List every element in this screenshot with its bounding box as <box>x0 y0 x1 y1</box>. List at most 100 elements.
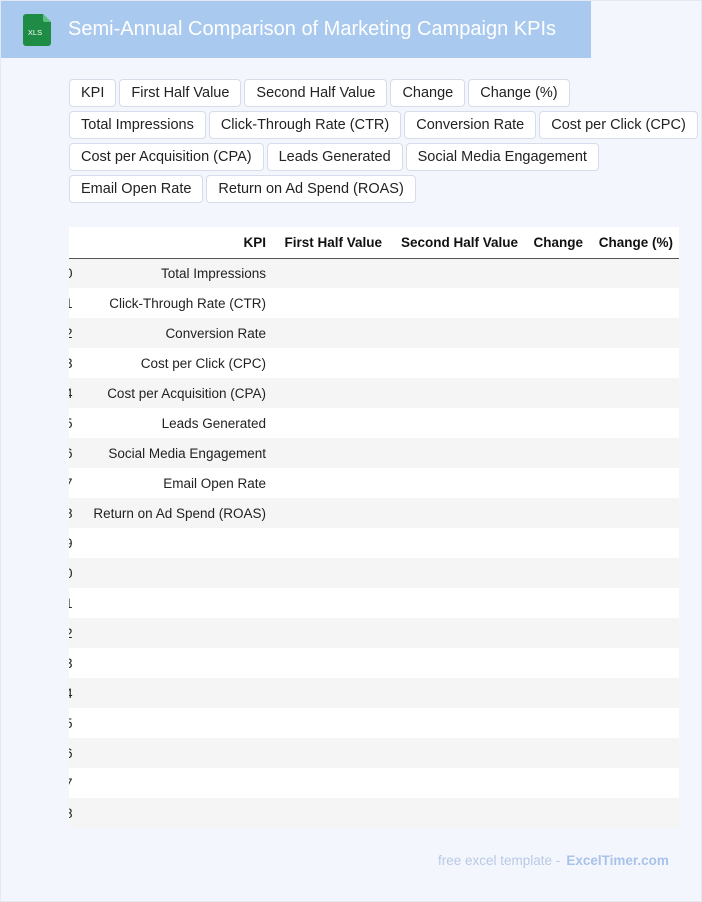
kpi-cell[interactable] <box>75 738 272 768</box>
change-cell[interactable] <box>524 678 589 708</box>
change-cell[interactable] <box>524 558 589 588</box>
table-row[interactable]: 1 <box>69 588 679 618</box>
table-row[interactable]: 7Email Open Rate <box>69 468 679 498</box>
change-cell[interactable] <box>524 618 589 648</box>
column-chip[interactable]: Click-Through Rate (CTR) <box>208 111 402 139</box>
first-half-cell[interactable] <box>272 318 388 348</box>
table-row[interactable]: 8Return on Ad Spend (ROAS) <box>69 498 679 528</box>
first-half-column-header[interactable]: First Half Value <box>272 227 388 259</box>
second-half-cell[interactable] <box>388 258 524 288</box>
kpi-cell[interactable]: Total Impressions <box>75 258 272 288</box>
kpi-cell[interactable] <box>75 618 272 648</box>
change-pct-cell[interactable] <box>589 318 679 348</box>
table-row[interactable]: 0 <box>69 558 679 588</box>
second-half-cell[interactable] <box>388 738 524 768</box>
table-row[interactable]: 8 <box>69 798 679 828</box>
change-pct-cell[interactable] <box>589 618 679 648</box>
first-half-cell[interactable] <box>272 768 388 798</box>
table-row[interactable]: 9 <box>69 528 679 558</box>
kpi-cell[interactable] <box>75 588 272 618</box>
change-cell[interactable] <box>524 768 589 798</box>
change-pct-cell[interactable] <box>589 798 679 828</box>
first-half-cell[interactable] <box>272 348 388 378</box>
change-pct-cell[interactable] <box>589 528 679 558</box>
table-row[interactable]: 3Cost per Click (CPC) <box>69 348 679 378</box>
change-cell[interactable] <box>524 498 589 528</box>
first-half-cell[interactable] <box>272 288 388 318</box>
table-row[interactable]: 4 <box>69 678 679 708</box>
change-pct-cell[interactable] <box>589 738 679 768</box>
first-half-cell[interactable] <box>272 708 388 738</box>
kpi-cell[interactable]: Click-Through Rate (CTR) <box>75 288 272 318</box>
second-half-cell[interactable] <box>388 318 524 348</box>
first-half-cell[interactable] <box>272 648 388 678</box>
first-half-cell[interactable] <box>272 528 388 558</box>
change-cell[interactable] <box>524 588 589 618</box>
table-row[interactable]: 3 <box>69 648 679 678</box>
table-row[interactable]: 0Total Impressions <box>69 258 679 288</box>
change-cell[interactable] <box>524 798 589 828</box>
column-chip[interactable]: Change (%) <box>468 79 570 107</box>
change-cell[interactable] <box>524 288 589 318</box>
kpi-cell[interactable] <box>75 678 272 708</box>
change-cell[interactable] <box>524 408 589 438</box>
table-row[interactable]: 5Leads Generated <box>69 408 679 438</box>
second-half-cell[interactable] <box>388 768 524 798</box>
column-chip[interactable]: Second Half Value <box>244 79 388 107</box>
change-pct-cell[interactable] <box>589 378 679 408</box>
second-half-cell[interactable] <box>388 558 524 588</box>
table-row[interactable]: 2 <box>69 618 679 648</box>
change-pct-cell[interactable] <box>589 768 679 798</box>
kpi-column-header[interactable]: KPI <box>75 227 272 259</box>
table-row[interactable]: 6Social Media Engagement <box>69 438 679 468</box>
second-half-cell[interactable] <box>388 378 524 408</box>
footer-brand-link[interactable]: ExcelTimer.com <box>566 853 669 868</box>
column-chip[interactable]: Cost per Click (CPC) <box>539 111 698 139</box>
change-pct-cell[interactable] <box>589 258 679 288</box>
table-row[interactable]: 6 <box>69 738 679 768</box>
kpi-cell[interactable] <box>75 648 272 678</box>
first-half-cell[interactable] <box>272 678 388 708</box>
change-cell[interactable] <box>524 468 589 498</box>
column-chip[interactable]: Conversion Rate <box>404 111 537 139</box>
kpi-cell[interactable] <box>75 708 272 738</box>
kpi-cell[interactable] <box>75 798 272 828</box>
second-half-cell[interactable] <box>388 708 524 738</box>
change-cell[interactable] <box>524 378 589 408</box>
second-half-cell[interactable] <box>388 348 524 378</box>
column-chip[interactable]: First Half Value <box>119 79 242 107</box>
second-half-cell[interactable] <box>388 288 524 318</box>
second-half-cell[interactable] <box>388 528 524 558</box>
change-cell[interactable] <box>524 258 589 288</box>
kpi-cell[interactable]: Cost per Acquisition (CPA) <box>75 378 272 408</box>
kpi-cell[interactable] <box>75 558 272 588</box>
change-cell[interactable] <box>524 708 589 738</box>
second-half-column-header[interactable]: Second Half Value <box>388 227 524 259</box>
kpi-cell[interactable]: Social Media Engagement <box>75 438 272 468</box>
column-chip[interactable]: KPI <box>69 79 117 107</box>
first-half-cell[interactable] <box>272 558 388 588</box>
second-half-cell[interactable] <box>388 408 524 438</box>
change-pct-cell[interactable] <box>589 648 679 678</box>
second-half-cell[interactable] <box>388 798 524 828</box>
first-half-cell[interactable] <box>272 438 388 468</box>
column-chip[interactable]: Change <box>390 79 466 107</box>
table-row[interactable]: 4Cost per Acquisition (CPA) <box>69 378 679 408</box>
kpi-cell[interactable] <box>75 768 272 798</box>
column-chip[interactable]: Email Open Rate <box>69 175 204 203</box>
change-pct-cell[interactable] <box>589 468 679 498</box>
change-pct-cell[interactable] <box>589 498 679 528</box>
second-half-cell[interactable] <box>388 618 524 648</box>
first-half-cell[interactable] <box>272 738 388 768</box>
change-pct-cell[interactable] <box>589 588 679 618</box>
change-pct-column-header[interactable]: Change (%) <box>589 227 679 259</box>
second-half-cell[interactable] <box>388 648 524 678</box>
second-half-cell[interactable] <box>388 678 524 708</box>
table-row[interactable]: 1Click-Through Rate (CTR) <box>69 288 679 318</box>
first-half-cell[interactable] <box>272 798 388 828</box>
change-cell[interactable] <box>524 318 589 348</box>
change-pct-cell[interactable] <box>589 558 679 588</box>
column-chip[interactable]: Cost per Acquisition (CPA) <box>69 143 264 171</box>
second-half-cell[interactable] <box>388 498 524 528</box>
first-half-cell[interactable] <box>272 618 388 648</box>
